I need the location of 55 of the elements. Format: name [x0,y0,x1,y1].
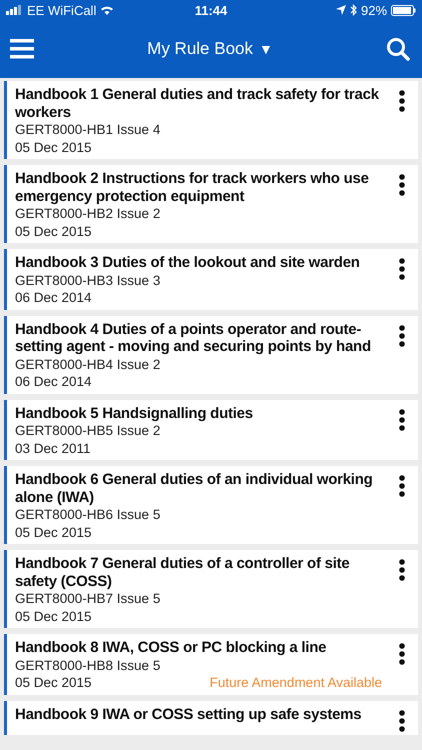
more-options-icon[interactable] [399,324,405,346]
more-options-icon[interactable] [399,475,405,497]
handbook-title: Handbook 2 Instructions for track workers who use emergency protection equipment [15,170,370,205]
handbook-card[interactable]: Handbook 4 Duties of a points operator and route-setting agent - moving and securing points by hand GERT8000-HB4 Issue 2 06 Dec 2014 [4,316,418,394]
amendment-notice: Future Amendment Available [210,674,382,692]
handbook-title: Handbook 4 Duties of a points operator and route-setting agent - moving and securing points by hand [15,320,372,356]
battery-percent: 92% [360,2,388,18]
rule-book-dropdown[interactable]: My Rule Book ▼ [147,39,273,59]
issue-date: 05 Dec 2015 [15,674,93,692]
handbook-card[interactable]: Handbook 9 IWA or COSS setting up safe systems [4,701,418,735]
issue-date: 06 Dec 2014 [15,289,93,306]
more-options-icon[interactable] [399,643,405,665]
issue-code: GERT8000-HB5 Issue 2 [15,422,162,440]
search-icon[interactable] [386,37,410,61]
issue-code: GERT8000-HB2 Issue 2 [15,205,162,222]
handbook-card[interactable]: Handbook 2 Instructions for track workers who use emergency protection equipment GERT8000-HB2 Issue 2 05 Dec 2015 [4,165,418,243]
handbook-title: Handbook 6 General duties of an individual working alone (IWA) [15,471,374,506]
more-options-icon[interactable] [399,90,405,112]
handbook-card[interactable]: Handbook 7 General duties of a controller of site safety (COSS) GERT8000-HB7 Issue 5 05 Dec 2015 [4,550,418,628]
more-options-icon[interactable] [399,559,405,581]
issue-date: 05 Dec 2015 [15,524,93,541]
handbook-title: Handbook 9 IWA or COSS setting up safe systems [15,706,362,724]
handbook-title: Handbook 8 IWA, COSS or PC blocking a line [15,639,328,656]
issue-date: 05 Dec 2015 [15,222,93,240]
issue-date: 06 Dec 2014 [15,373,93,390]
handbook-card[interactable]: Handbook 8 IWA, COSS or PC blocking a line GERT8000-HB8 Issue 5 05 Dec 2015 Future Amendment Available [4,634,418,695]
more-options-icon[interactable] [399,258,405,280]
issue-date: 03 Dec 2011 [15,440,92,457]
issue-code: GERT8000-HB7 Issue 5 [15,590,162,608]
battery-icon [391,4,416,16]
carrier-name: EE WiFiCall [27,2,96,18]
more-options-icon[interactable] [399,408,405,430]
menu-icon[interactable] [10,39,34,59]
more-options-icon[interactable] [399,710,405,732]
issue-code: GERT8000-HB8 Issue 5 [15,656,162,674]
issue-date: 05 Dec 2015 [15,608,93,625]
handbook-card[interactable]: Handbook 3 Duties of the lookout and site warden GERT8000-HB3 Issue 3 06 Dec 2014 [4,249,418,310]
handbook-title: Handbook 5 Handsignalling duties [15,404,254,422]
handbook-title: Handbook 3 Duties of the lookout and site warden [15,254,361,272]
handbook-card[interactable]: Handbook 6 General duties of an individual working alone (IWA) GERT8000-HB6 Issue 5 05 Dec 2015 [4,466,418,544]
issue-code: GERT8000-HB6 Issue 5 [15,506,162,524]
issue-code: GERT8000-HB4 Issue 2 [15,356,162,373]
bluetooth-icon [350,4,357,16]
issue-code: GERT8000-HB3 Issue 3 [15,272,162,289]
issue-code: GERT8000-HB1 Issue 4 [15,121,162,138]
handbook-card[interactable]: Handbook 1 General duties and track safety for track workers GERT8000-HB1 Issue 4 05 Dec 2015 [4,81,418,159]
issue-date: 05 Dec 2015 [15,138,93,156]
signal-icon [6,5,23,15]
more-options-icon[interactable] [399,174,405,196]
wifi-icon [100,5,114,15]
location-arrow-icon [336,5,346,15]
clock-time: 11:44 [194,2,228,18]
handbook-card[interactable]: Handbook 5 Handsignalling duties GERT8000-HB5 Issue 2 03 Dec 2011 [4,400,418,460]
handbook-title: Handbook 7 General duties of a controller of site safety (COSS) [15,555,350,590]
handbook-title: Handbook 1 General duties and track safety for track workers [15,86,380,121]
